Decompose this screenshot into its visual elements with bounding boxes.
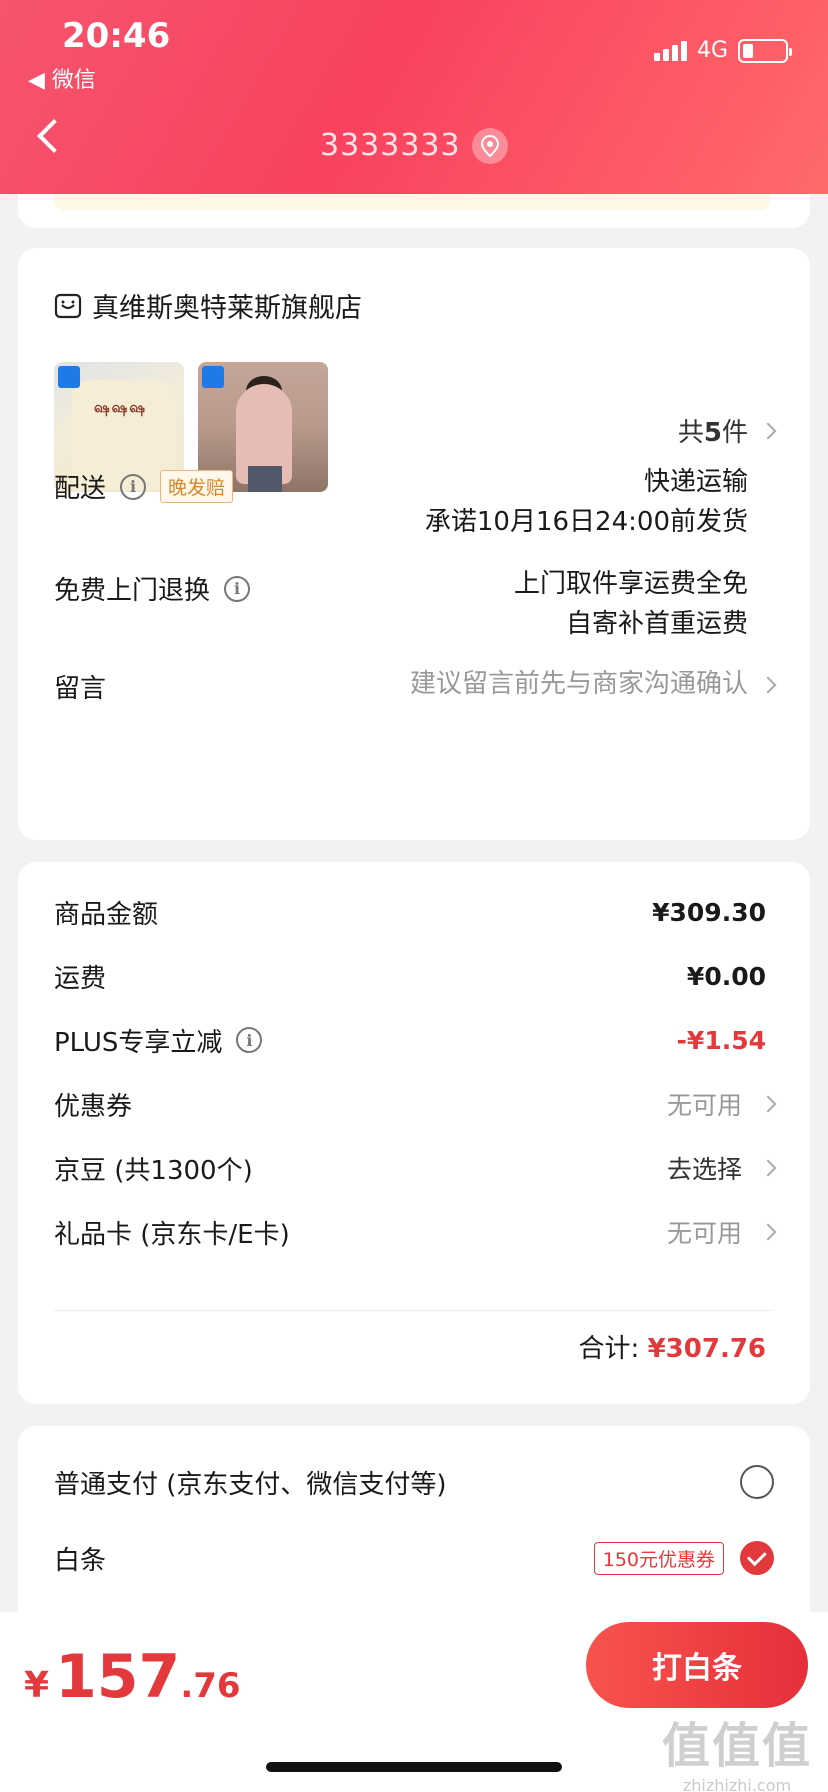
delivery-label: 配送 [54, 474, 107, 504]
pay-with-baitiao-button[interactable]: 打白条 [586, 1622, 808, 1708]
subtotal-label: 商品金额 [54, 899, 159, 930]
subtotal-value: ¥309.30 [652, 897, 766, 927]
coupon-row[interactable]: 优惠券 无可用 [54, 1084, 774, 1124]
message-label-text: 留言 [54, 674, 107, 704]
late-shipment-tag: 晚发赔 [160, 470, 234, 503]
delivery-label-group: 配送 i 晚发赔 [54, 468, 234, 505]
payable-integer: 157 [55, 1642, 181, 1712]
returns-info: 上门取件享运费全免 自寄补首重运费 [514, 564, 748, 644]
top-header: 20:46 ◀ 微信 4G 3333333 [0, 0, 828, 194]
payment-option-normal-label: 普通支付 (京东支付、微信支付等) [54, 1469, 447, 1500]
watermark-logo: 值值值 [661, 1718, 812, 1774]
jingdou-row[interactable]: 京豆 (共1300个) 去选择 [54, 1148, 774, 1188]
returns-label-group: 免费上门退换 i [54, 570, 251, 607]
back-arrow-icon[interactable] [37, 119, 71, 153]
payable-amount: ¥ 157 .76 [24, 1642, 241, 1712]
battery-fill [743, 43, 753, 58]
message-input[interactable]: 建议留言前先与商家沟通确认 [410, 664, 748, 704]
order-total: 合计: ¥307.76 [579, 1328, 766, 1365]
home-indicator[interactable] [266, 1762, 562, 1772]
divider [54, 1310, 774, 1311]
nav-title: 3333333 [320, 128, 461, 163]
radio-unchecked-icon[interactable] [740, 1465, 774, 1499]
watermark-url: zhizhizhi.com [682, 1776, 792, 1792]
delivery-info: 快递运输 承诺10月16日24:00前发货 [425, 462, 748, 542]
signal-icon [653, 40, 687, 61]
status-time: 20:46 [62, 16, 171, 56]
item-count-number: 5 [703, 418, 722, 448]
plus-discount-value: -¥1.54 [676, 1025, 766, 1055]
message-label: 留言 [54, 668, 106, 705]
payment-option-normal[interactable]: 普通支付 (京东支付、微信支付等) [54, 1460, 774, 1504]
battery-icon [738, 38, 792, 63]
jingdou-value: 去选择 [666, 1155, 742, 1184]
payment-option-baitiao[interactable]: 白条 150元优惠券 [54, 1536, 774, 1580]
total-label: 合计: [578, 1334, 640, 1364]
item-count-prefix: 共 [677, 418, 704, 448]
gift-card-row[interactable]: 礼品卡 (京东卡/E卡) 无可用 [54, 1212, 774, 1252]
location-pin-icon[interactable] [472, 128, 508, 164]
chevron-right-icon [759, 422, 777, 440]
delivery-method: 快递运输 [643, 467, 748, 497]
gift-card-label: 礼品卡 (京东卡/E卡) [54, 1219, 290, 1250]
baitiao-coupon-tag: 150元优惠券 [593, 1541, 724, 1575]
back-to-wechat-link[interactable]: ◀ 微信 [28, 62, 96, 94]
payable-decimal: .76 [180, 1666, 241, 1706]
item-count-suffix: 件 [721, 418, 748, 448]
price-summary-card: 商品金额 ¥309.30 运费 ¥0.00 PLUS专享立减 i -¥1.54 … [18, 862, 810, 1404]
product-image-jeans [248, 466, 282, 492]
plus-discount-row: PLUS专享立减 i -¥1.54 [54, 1020, 774, 1060]
brand-badge-icon [202, 366, 224, 388]
coupon-value: 无可用 [666, 1091, 742, 1120]
shipping-row: 运费 ¥0.00 [54, 956, 774, 996]
watermark: 值值值 zhizhizhi.com [662, 1706, 812, 1792]
plus-discount-label: PLUS专享立减 [54, 1027, 223, 1058]
product-embroidery-text: ஷஷஷ [94, 400, 148, 416]
gift-card-value: 无可用 [666, 1219, 742, 1248]
info-icon[interactable]: i [224, 575, 251, 602]
coupon-label: 优惠券 [54, 1091, 133, 1122]
chevron-right-icon [759, 676, 777, 694]
info-icon[interactable]: i [236, 1027, 263, 1053]
plus-discount-label-group: PLUS专享立减 i [54, 1022, 263, 1059]
returns-line1: 上门取件享运费全免 [513, 569, 748, 599]
shop-name: 真维斯奥特莱斯旗舰店 [92, 293, 362, 324]
currency-symbol: ¥ [24, 1665, 50, 1706]
shipping-label: 运费 [54, 963, 107, 994]
status-indicators: 4G [653, 38, 792, 63]
item-count-link[interactable]: 共5件 [678, 412, 748, 449]
delivery-promise: 承诺10月16日24:00前发货 [424, 507, 748, 537]
shop-card: 真维斯奥特莱斯旗舰店 ஷஷஷ 共5件 配送 i 晚发赔 快递运输 承诺10月16… [18, 248, 810, 840]
shipping-value: ¥0.00 [686, 961, 766, 991]
returns-line2: 自寄补首重运费 [565, 609, 748, 639]
subtotal-row: 商品金额 ¥309.30 [54, 892, 774, 932]
returns-label: 免费上门退换 [54, 576, 211, 606]
info-icon[interactable]: i [120, 473, 147, 500]
payment-option-baitiao-label: 白条 [54, 1545, 107, 1576]
shop-header[interactable]: 真维斯奥特莱斯旗舰店 [54, 286, 362, 325]
network-type: 4G [696, 38, 728, 63]
payment-option-baitiao-right: 150元优惠券 [593, 1541, 774, 1575]
checkout-bar: ¥ 157 .76 打白条 值值值 zhizhizhi.com [0, 1612, 828, 1792]
brand-badge-icon [58, 366, 80, 388]
shop-icon [54, 293, 82, 318]
total-amount: ¥307.76 [647, 1334, 766, 1364]
jingdou-label: 京豆 (共1300个) [54, 1155, 253, 1186]
radio-checked-icon[interactable] [740, 1541, 774, 1575]
